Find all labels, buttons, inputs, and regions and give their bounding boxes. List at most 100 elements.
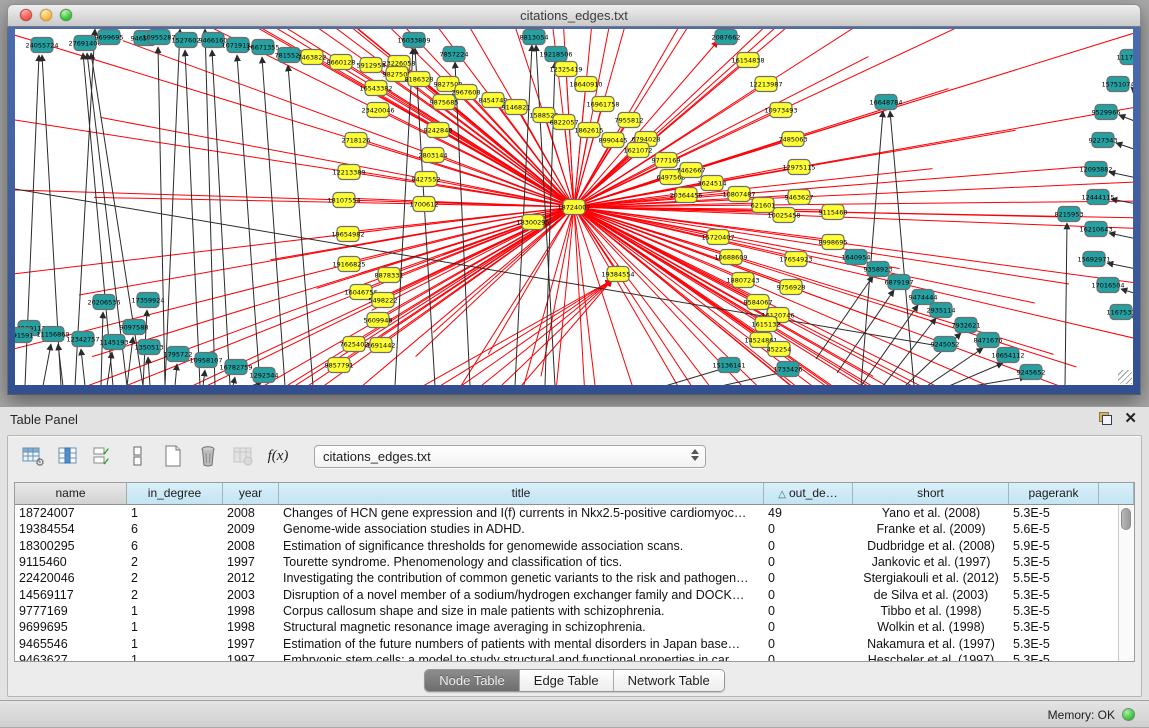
network-table-select[interactable]: citations_edges.txt <box>314 445 706 468</box>
graph-node-teal[interactable]: 1733426 <box>774 362 803 377</box>
graph-node-teal[interactable]: 1640954 <box>842 250 871 265</box>
graph-node-yellow[interactable]: 1615132 <box>752 317 781 332</box>
cell-year[interactable]: 1998 <box>223 604 279 618</box>
graph-node-teal[interactable]: 1795722 <box>164 347 193 362</box>
graph-node-yellow[interactable]: 9463627 <box>785 190 814 205</box>
cell-short[interactable]: de Silva et al. (2003) <box>853 588 1009 602</box>
cell-short[interactable]: Nakamura et al. (1997) <box>853 637 1009 651</box>
cell-name[interactable]: 9699695 <box>15 620 127 634</box>
cell-in_degree[interactable]: 1 <box>127 604 223 618</box>
cell-pagerank[interactable]: 5.3E-5 <box>1009 620 1099 634</box>
cell-in_degree[interactable]: 6 <box>127 522 223 536</box>
graph-node-yellow[interactable]: 16961758 <box>586 97 619 112</box>
graph-node-teal[interactable]: 9358923 <box>864 262 893 277</box>
graph-node-yellow[interactable]: 452254 <box>767 342 792 357</box>
column-header-short[interactable]: short <box>853 483 1009 504</box>
graph-node-teal[interactable]: 15751074 <box>1101 77 1133 92</box>
graph-node-yellow[interactable]: 19654982 <box>331 227 364 242</box>
column-header-in_degree[interactable]: in_degree <box>127 483 223 504</box>
graph-node-teal[interactable]: 1292344 <box>250 368 279 383</box>
graph-node-yellow[interactable]: 8998695 <box>819 235 848 250</box>
cell-title[interactable]: Corpus callosum shape and size in male p… <box>279 604 764 618</box>
cell-pagerank[interactable]: 5.3E-5 <box>1009 637 1099 651</box>
network-window-titlebar[interactable]: citations_edges.txt <box>7 4 1141 27</box>
cell-year[interactable]: 2009 <box>223 522 279 536</box>
cell-in_degree[interactable]: 2 <box>127 555 223 569</box>
graph-node-teal[interactable]: 12444115 <box>1081 190 1114 205</box>
graph-node-yellow[interactable]: 17654923 <box>779 252 812 267</box>
graph-node-yellow[interactable]: 7955812 <box>615 113 644 128</box>
tab-edge-table[interactable]: Edge Table <box>520 670 614 691</box>
cell-out_degree[interactable]: 0 <box>764 555 853 569</box>
cell-short[interactable]: Wolkin et al. (1998) <box>853 620 1009 634</box>
cell-in_degree[interactable]: 2 <box>127 571 223 585</box>
cell-out_degree[interactable]: 0 <box>764 637 853 651</box>
graph-node-yellow[interactable]: 7462667 <box>677 163 706 178</box>
cell-name[interactable]: 18724007 <box>15 506 127 520</box>
vertical-scrollbar[interactable] <box>1118 505 1134 661</box>
graph-node-yellow[interactable]: 9584067 <box>744 295 773 310</box>
graph-node-teal[interactable]: 10654112 <box>991 348 1024 363</box>
cell-name[interactable]: 19384554 <box>15 522 127 536</box>
table-row[interactable]: 1872400712008Changes of HCN gene express… <box>15 505 1118 521</box>
column-outline-icon[interactable] <box>125 443 151 469</box>
zoom-window-button[interactable] <box>60 9 72 21</box>
new-column-icon[interactable] <box>160 443 186 469</box>
cell-year[interactable]: 1997 <box>223 653 279 661</box>
graph-node-yellow[interactable]: 9875685 <box>430 95 459 110</box>
column-header-year[interactable]: year <box>223 483 279 504</box>
graph-node-teal[interactable]: 16782759 <box>219 360 252 375</box>
table-row[interactable]: 1456911722003Disruption of a novel membe… <box>15 586 1118 602</box>
cell-name[interactable]: 9463627 <box>15 653 127 661</box>
close-panel-icon[interactable]: ✕ <box>1124 412 1137 425</box>
cell-short[interactable]: Dudbridge et al. (2008) <box>853 539 1009 553</box>
graph-node-yellow[interactable]: 7463822 <box>298 50 327 65</box>
table-row[interactable]: 1938455462009Genome-wide association stu… <box>15 521 1118 537</box>
graph-node-yellow[interactable]: 8427552 <box>412 172 441 187</box>
graph-node-yellow[interactable]: 5609948 <box>364 313 393 328</box>
cell-in_degree[interactable]: 2 <box>127 588 223 602</box>
cell-name[interactable]: 9777169 <box>15 604 127 618</box>
cell-pagerank[interactable]: 5.3E-5 <box>1009 506 1099 520</box>
graph-node-teal[interactable]: 19218506 <box>539 47 572 62</box>
table-row[interactable]: 977716911998Corpus callosum shape and si… <box>15 603 1118 619</box>
graph-node-teal[interactable]: 10958107 <box>189 353 222 368</box>
cell-short[interactable]: Jankovic et al. (1997) <box>853 555 1009 569</box>
graph-node-teal[interactable]: 6879197 <box>885 275 914 290</box>
cell-out_degree[interactable]: 0 <box>764 653 853 661</box>
graph-node-yellow[interactable]: 8878331 <box>375 268 404 283</box>
graph-node-yellow[interactable]: 621601 <box>751 198 776 213</box>
cell-out_degree[interactable]: 0 <box>764 522 853 536</box>
graph-node-teal[interactable]: 9529966 <box>1092 105 1121 120</box>
graph-node-teal[interactable]: 1145193 <box>100 335 129 350</box>
graph-node-yellow[interactable]: 18107554 <box>327 193 360 208</box>
cell-short[interactable]: Stergiakouli et al. (2012) <box>853 571 1009 585</box>
graph-node-yellow[interactable]: 18640910 <box>569 77 602 92</box>
cell-out_degree[interactable]: 0 <box>764 588 853 602</box>
table-settings-icon[interactable]: ⚙ <box>20 443 46 469</box>
graph-node-teal[interactable]: 12342757 <box>66 332 99 347</box>
table-row[interactable]: 2242004622012Investigating the contribut… <box>15 570 1118 586</box>
cell-year[interactable]: 1997 <box>223 555 279 569</box>
graph-node-teal[interactable]: 7857224 <box>440 47 469 62</box>
graph-node-teal[interactable]: 1350513 <box>135 340 164 355</box>
cell-out_degree[interactable]: 0 <box>764 604 853 618</box>
delete-column-icon[interactable] <box>195 443 221 469</box>
graph-node-yellow[interactable]: 1862615 <box>575 123 604 138</box>
graph-node-yellow[interactable]: 1621072 <box>624 143 653 158</box>
cell-title[interactable]: Genome-wide association studies in ADHD. <box>279 522 764 536</box>
graph-node-teal[interactable]: 16648784 <box>869 95 902 110</box>
graph-node-teal[interactable]: 9245052 <box>931 337 960 352</box>
graph-node-yellow[interactable]: 9242848 <box>424 123 453 138</box>
cell-pagerank[interactable]: 5.3E-5 <box>1009 604 1099 618</box>
graph-node-teal[interactable]: 9245652 <box>1017 365 1046 380</box>
cell-year[interactable]: 1998 <box>223 620 279 634</box>
column-header-name[interactable]: name <box>15 483 127 504</box>
graph-node-teal[interactable]: 1527602 <box>172 33 201 48</box>
cell-title[interactable]: Estimation of significance thresholds fo… <box>279 539 764 553</box>
table-row[interactable]: 969969511998Structural magnetic resonanc… <box>15 619 1118 635</box>
cell-name[interactable]: 22420046 <box>15 571 127 585</box>
cell-year[interactable]: 1997 <box>223 637 279 651</box>
graph-node-yellow[interactable]: 2803144 <box>419 148 448 163</box>
cell-short[interactable]: Yano et al. (2008) <box>853 506 1009 520</box>
